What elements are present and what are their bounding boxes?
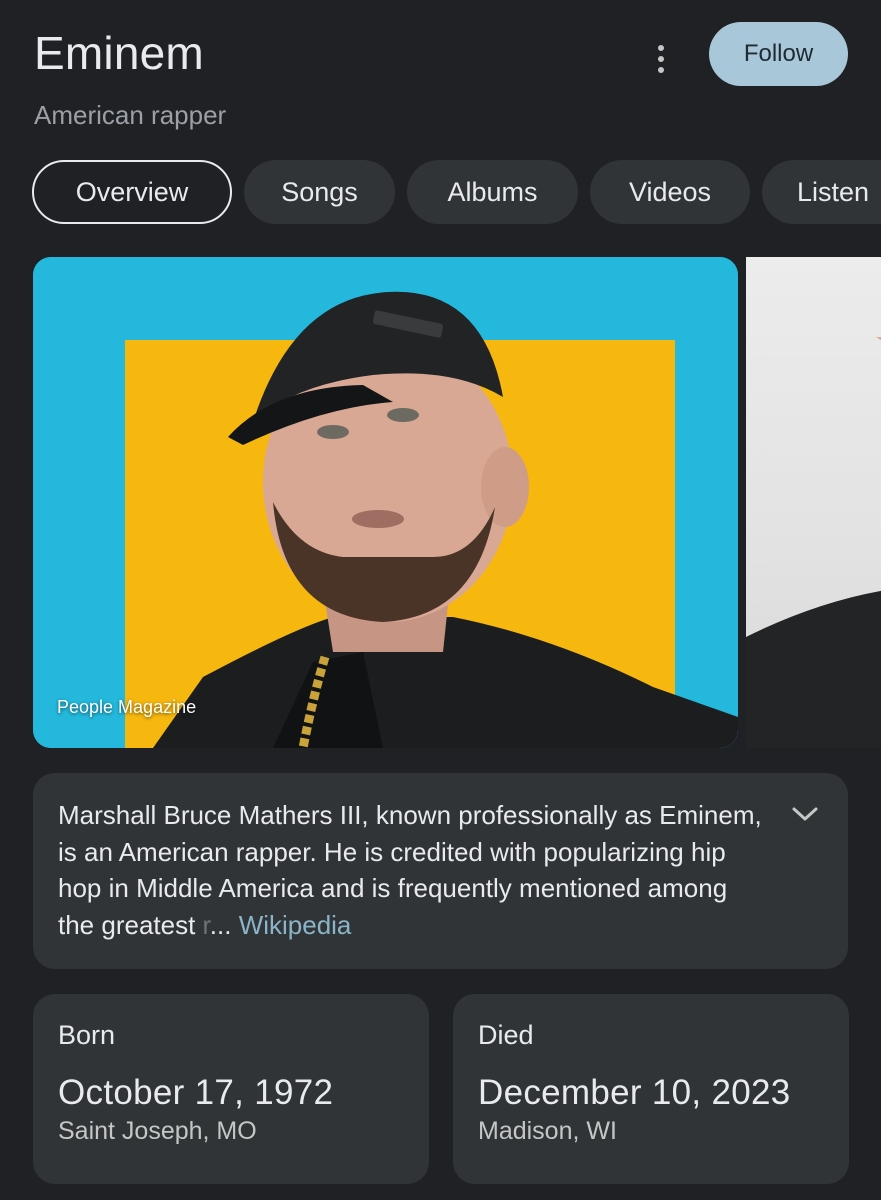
more-options-button[interactable] [640,38,682,80]
died-card[interactable]: Died December 10, 2023 Madison, WI [453,994,849,1184]
died-date: December 10, 2023 [478,1073,791,1112]
tab-bar: Overview Songs Albums Videos Listen [32,160,881,226]
tab-songs[interactable]: Songs [244,160,395,224]
expand-description-button[interactable] [790,801,820,825]
description-fade: r [202,909,210,940]
portrait-image [33,257,738,748]
died-place: Madison, WI [478,1117,617,1145]
born-place: Saint Joseph, MO [58,1117,257,1145]
born-card[interactable]: Born October 17, 1972 Saint Joseph, MO [33,994,429,1184]
tab-albums[interactable]: Albums [407,160,578,224]
next-photo[interactable] [746,257,881,748]
description-card[interactable]: Marshall Bruce Mathers III, known profes… [33,773,848,969]
description-text: Marshall Bruce Mathers III, known profes… [58,797,768,943]
born-date: October 17, 1972 [58,1073,334,1112]
chevron-down-icon [792,807,818,821]
died-label: Died [478,1020,534,1050]
born-label: Born [58,1020,116,1050]
description-ellipsis: ... [209,909,232,940]
entity-subtitle: American rapper [34,100,227,130]
entity-title: Eminem [34,27,204,79]
more-vert-icon [658,45,664,51]
wikipedia-link[interactable]: Wikipedia [239,910,352,940]
tab-overview[interactable]: Overview [32,160,232,224]
description-body: Marshall Bruce Mathers III, known profes… [58,800,762,940]
tab-videos[interactable]: Videos [590,160,750,224]
follow-button[interactable]: Follow [709,22,848,86]
main-photo[interactable]: People Magazine [33,257,738,748]
image-carousel[interactable]: People Magazine [33,257,881,748]
tab-listen[interactable]: Listen [762,160,881,224]
next-photo-image [746,337,881,748]
photo-credit: People Magazine [57,697,197,717]
